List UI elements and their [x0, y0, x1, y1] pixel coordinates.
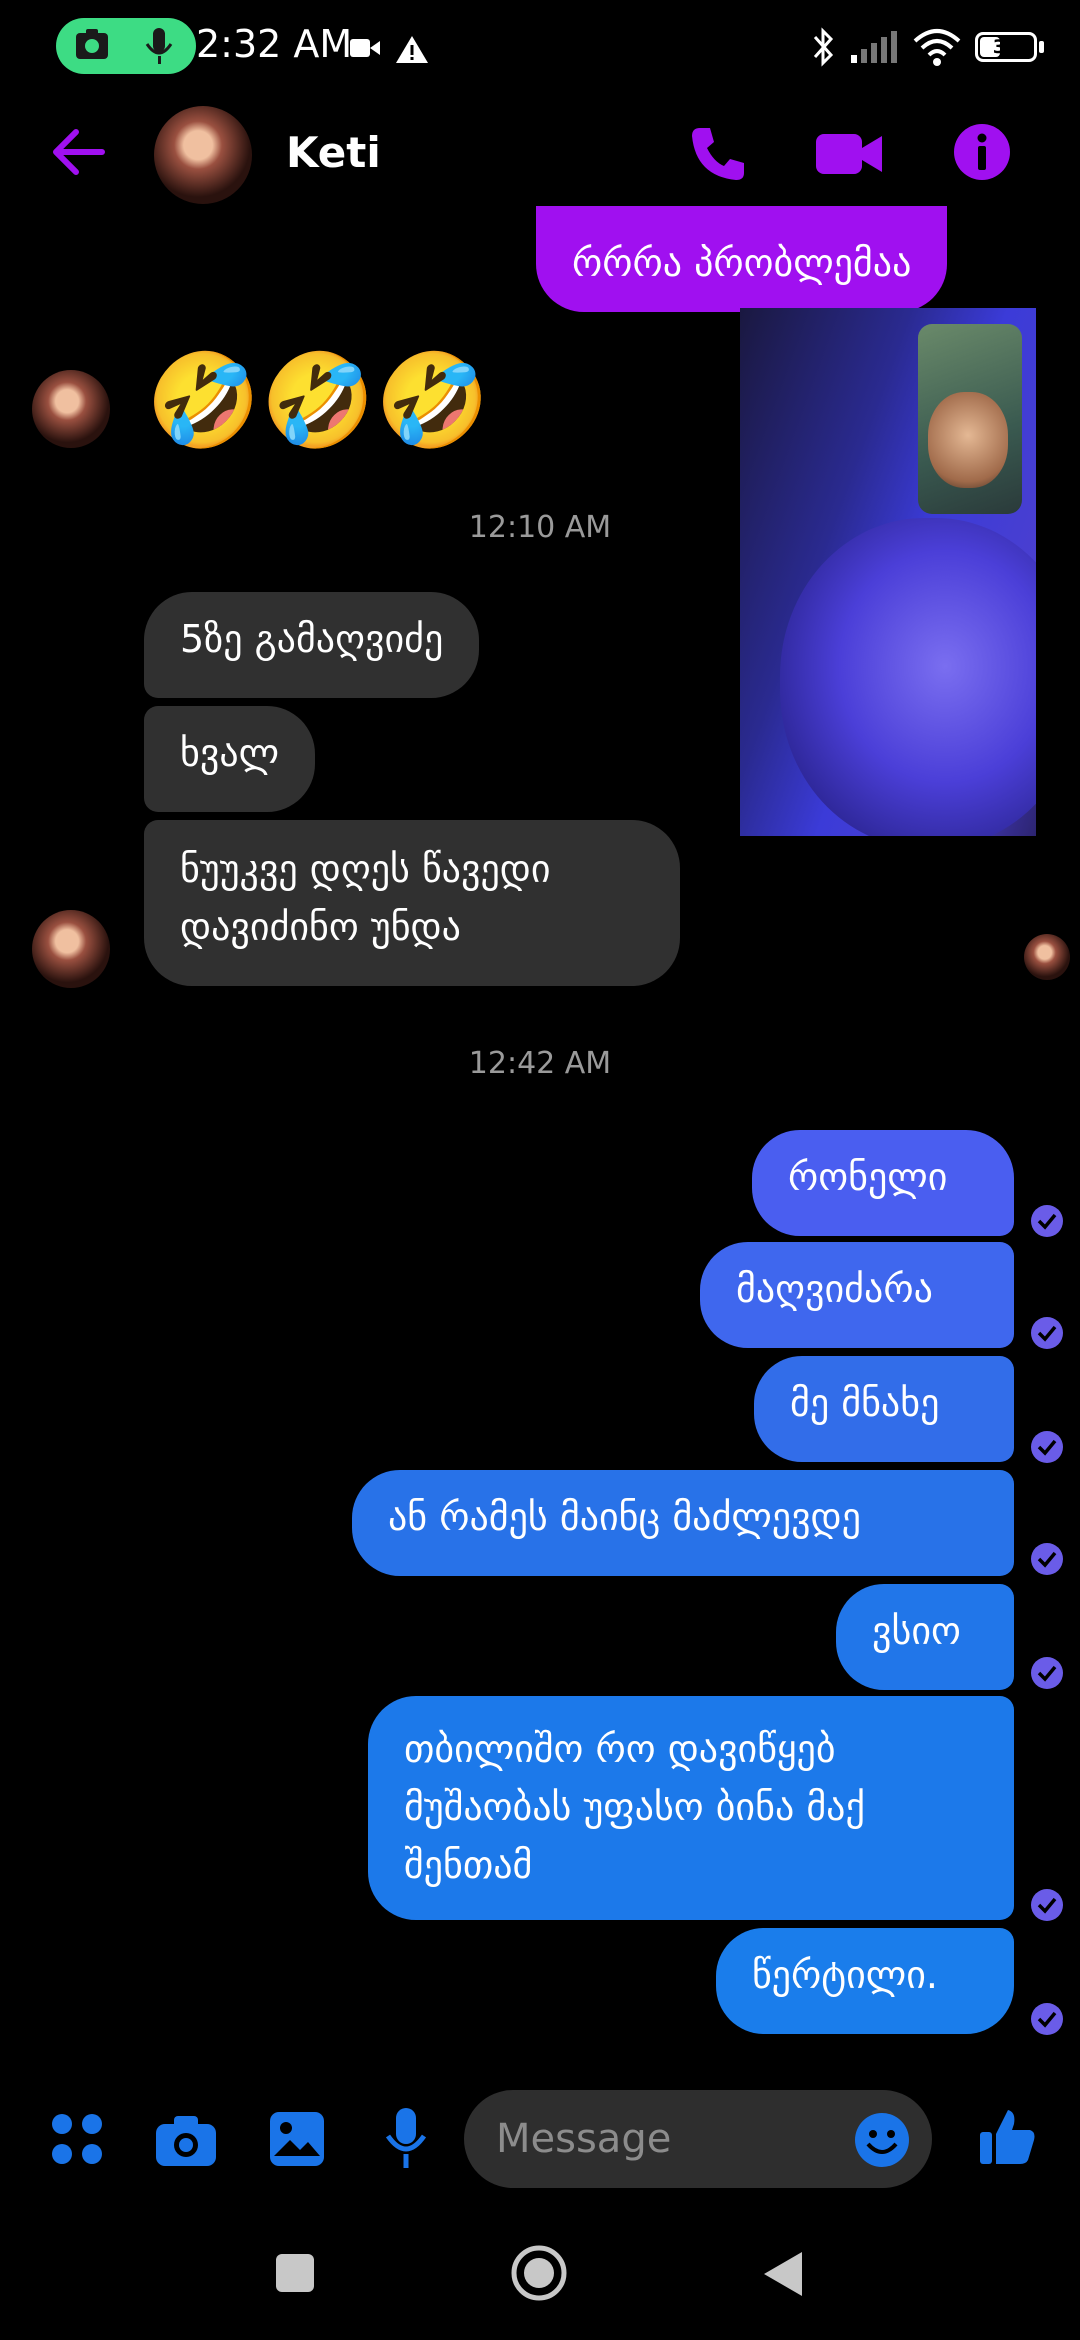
status-time: 2:32 AM: [196, 22, 353, 66]
status-right: 35: [811, 22, 1044, 72]
message-out-top[interactable]: რრრა პრობლემაა: [536, 206, 948, 312]
read-receipts: [1031, 1205, 1063, 2035]
contact-avatar-small[interactable]: [32, 370, 110, 448]
sent-check-icon: [1031, 1317, 1063, 1349]
camera-icon[interactable]: [154, 2112, 218, 2168]
emoji-icon[interactable]: [854, 2112, 910, 2168]
info-icon[interactable]: [952, 122, 1012, 182]
sent-check-icon: [1031, 1205, 1063, 1237]
battery-percent: 35: [992, 36, 1020, 58]
mic-icon[interactable]: [384, 2106, 428, 2170]
remote-video-face: [780, 518, 1036, 836]
message-placeholder: Message: [496, 2116, 672, 2162]
message-out[interactable]: ან რამეს მაინც მაძლევდე: [352, 1470, 1014, 1576]
wifi-icon: [913, 29, 961, 66]
self-view-pip[interactable]: [918, 324, 1022, 514]
message-out[interactable]: მე მნახე: [754, 1356, 1014, 1462]
message-out[interactable]: თბილიშო რო დავიწყებ მუშაობას უფასო ბინა …: [368, 1696, 1014, 1920]
video-record-icon: [350, 39, 380, 57]
home-circle-icon[interactable]: [510, 2244, 568, 2302]
message-out[interactable]: რონელი: [752, 1130, 1014, 1236]
sent-check-icon: [1031, 1889, 1063, 1921]
system-nav-bar: [0, 2230, 1080, 2340]
gallery-icon[interactable]: [268, 2110, 326, 2168]
video-camera-icon[interactable]: [816, 130, 884, 178]
status-bar: 2:32 AM 35: [0, 0, 1080, 96]
camera-icon: [76, 29, 108, 59]
mic-icon: [145, 28, 173, 64]
message-in[interactable]: ნუუკვე დღეს წავედი დავიძინო უნდა: [144, 820, 680, 986]
privacy-indicator: [56, 18, 196, 74]
message-out[interactable]: წერტილი.: [716, 1928, 1014, 2034]
timestamp: 12:42 AM: [468, 1046, 612, 1081]
message-out[interactable]: ვსიო: [836, 1584, 1014, 1690]
message-out[interactable]: მაღვიძარა: [700, 1242, 1014, 1348]
contact-avatar-small[interactable]: [32, 910, 110, 988]
emoji-message[interactable]: 🤣🤣🤣: [146, 346, 490, 456]
bluetooth-icon: [813, 27, 834, 67]
sent-check-icon: [1031, 1431, 1063, 1463]
back-triangle-icon[interactable]: [762, 2250, 804, 2298]
video-call-window[interactable]: [740, 308, 1036, 836]
message-in[interactable]: ხვალ: [144, 706, 316, 812]
sent-check-icon: [1031, 1657, 1063, 1689]
battery-icon: 35: [975, 32, 1037, 62]
timestamp: 12:10 AM: [468, 510, 612, 545]
signal-icon: [851, 31, 897, 63]
back-arrow-icon[interactable]: [48, 124, 108, 180]
sent-check-icon: [1031, 2003, 1063, 2035]
like-icon[interactable]: [978, 2106, 1038, 2166]
sent-check-icon: [1031, 1543, 1063, 1575]
apps-icon[interactable]: [50, 2112, 104, 2166]
contact-avatar[interactable]: [154, 106, 252, 204]
seen-avatar: [1024, 934, 1070, 980]
warning-icon: [396, 36, 428, 63]
contact-name[interactable]: Keti: [286, 128, 381, 177]
recents-square-icon[interactable]: [276, 2254, 314, 2292]
message-in[interactable]: 5ზე გამაღვიძე: [144, 592, 480, 698]
phone-icon[interactable]: [688, 124, 746, 182]
